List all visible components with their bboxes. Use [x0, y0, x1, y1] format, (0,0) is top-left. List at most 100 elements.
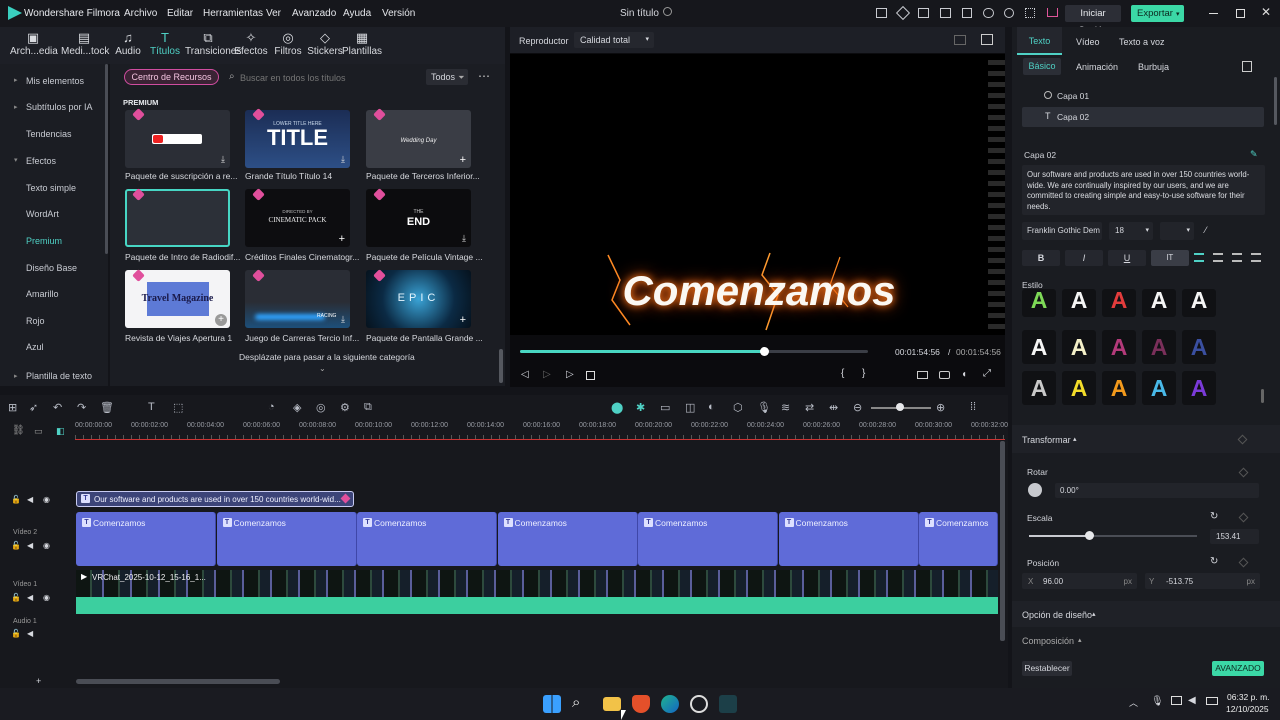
text-content-box[interactable]: Our software and products are used in ov… [1022, 165, 1265, 215]
style-swatch[interactable]: A [1182, 289, 1216, 317]
tool-media[interactable]: ▣ Arch...edia [10, 30, 58, 57]
save-icon[interactable] [962, 8, 972, 18]
title-clip[interactable]: T Comenzamos [919, 512, 998, 566]
track-eye-icon[interactable]: ◉ [43, 495, 50, 504]
bold-button[interactable]: B [1022, 250, 1060, 266]
battery-icon[interactable] [1206, 697, 1218, 705]
send-icon[interactable] [895, 5, 911, 21]
menu-ver[interactable]: Ver [266, 8, 281, 19]
title-clip[interactable]: T Comenzamos [778, 512, 919, 566]
position-y-input[interactable]: Y -513.75 px [1145, 573, 1260, 589]
nav-text-template[interactable]: Plantilla de texto [26, 371, 92, 381]
crop-icon[interactable]: ⬚ [173, 401, 183, 414]
subtitle-clip[interactable]: T Our software and products are used in … [76, 491, 354, 507]
title-clip[interactable]: T Comenzamos [357, 512, 497, 566]
subtab-bubble[interactable]: Burbuja [1138, 62, 1169, 72]
keyframe-diamond-icon[interactable] [1238, 512, 1249, 523]
sidebar-scrollbar[interactable] [105, 64, 108, 254]
cloud-icon[interactable] [983, 8, 994, 18]
mic-icon[interactable]: 🎙 [1151, 696, 1164, 707]
align-center-icon[interactable] [1213, 253, 1223, 262]
track-lock-icon[interactable]: 🔓 [11, 629, 21, 638]
rotate-input[interactable]: 0.00° [1055, 483, 1259, 498]
play-icon[interactable]: ▷ [566, 369, 574, 380]
quality-dropdown[interactable]: Calidad total ▾ [574, 32, 654, 48]
window-icon[interactable] [940, 8, 951, 18]
tab-video[interactable]: Vídeo [1076, 37, 1100, 47]
add-icon[interactable]: + [36, 676, 41, 686]
nav-premium[interactable]: Premium [26, 236, 62, 246]
ai-tool-icon[interactable]: ⚙ [340, 401, 350, 414]
composition-header[interactable]: Composición ▴ [1012, 629, 1280, 651]
grid-icon[interactable] [1025, 8, 1035, 18]
link-icon[interactable]: ▭ [34, 426, 43, 437]
track-lock-icon[interactable]: 🔓 [11, 495, 21, 504]
search-icon[interactable]: ⌕ [572, 694, 580, 711]
group-icon[interactable]: ⧉ [364, 401, 372, 414]
position-x-input[interactable]: X 96.00 px [1022, 573, 1137, 589]
tab-texto[interactable]: Texto [1017, 27, 1062, 55]
volume-icon[interactable]: ◖ [961, 369, 967, 380]
nav-basic-design[interactable]: Diseño Base [26, 263, 77, 273]
export-button[interactable]: Exportar ▾ [1131, 5, 1184, 22]
align-right-icon[interactable] [1232, 253, 1242, 262]
nav-simple-text[interactable]: Texto simple [26, 183, 76, 193]
style-swatch[interactable]: A [1182, 330, 1216, 364]
design-option-header[interactable]: Opción de diseño ▴ [1012, 601, 1280, 627]
gift-icon[interactable] [876, 8, 887, 18]
edge-browser-icon[interactable] [661, 695, 679, 713]
resource-center-button[interactable]: Centro de Recursos [124, 69, 219, 85]
download-icon[interactable]: ⤓ [221, 154, 225, 165]
shield-icon[interactable]: ⬡ [733, 401, 743, 414]
title-clip[interactable]: T Comenzamos [638, 512, 778, 566]
search-input[interactable] [240, 70, 410, 85]
title-thumb-subscription[interactable]: ⤓ [125, 110, 230, 168]
nav-red[interactable]: Rojo [26, 316, 45, 326]
italic-button[interactable]: I [1065, 250, 1103, 266]
color-icon[interactable]: ◈ [293, 401, 301, 414]
panel-scrollbar[interactable] [1274, 77, 1277, 125]
playback-progress-track[interactable] [520, 350, 868, 353]
close-icon[interactable]: ✕ [1261, 5, 1271, 19]
menu-avanzado[interactable]: Avanzado [292, 8, 336, 19]
style-swatch[interactable]: A [1142, 330, 1176, 364]
menu-herramientas[interactable]: Herramientas [203, 8, 263, 19]
subtab-basic[interactable]: Básico [1023, 58, 1061, 75]
track-mute-icon[interactable]: ◀ [27, 495, 33, 504]
audio-mix-icon[interactable]: ≋ [781, 401, 790, 414]
file-explorer-icon[interactable] [603, 697, 621, 711]
underline-button[interactable]: U [1108, 250, 1146, 266]
menu-ayuda[interactable]: Ayuda [343, 8, 371, 19]
network-icon[interactable] [1171, 696, 1182, 705]
add-icon[interactable]: + [460, 154, 466, 166]
menu-editar[interactable]: Editar [167, 8, 193, 19]
snap-icon[interactable]: ✱ [636, 401, 645, 414]
signin-button[interactable]: Iniciar Sesión [1065, 5, 1121, 36]
scale-slider-handle[interactable] [1085, 531, 1095, 540]
tool-titles[interactable]: T Títulos [142, 30, 188, 57]
playhead-handle[interactable] [759, 347, 769, 356]
panels-icon[interactable]: ⊞ [8, 401, 17, 414]
save-preset-icon[interactable] [1242, 61, 1252, 72]
add-icon[interactable]: + [460, 314, 466, 326]
advanced-button[interactable]: AVANZADO [1212, 661, 1264, 676]
nav-blue[interactable]: Azul [26, 342, 44, 352]
track-mute-icon[interactable]: ◀ [27, 593, 33, 602]
zoom-slider-handle[interactable] [896, 403, 904, 411]
render-icon[interactable]: ⬤ [611, 401, 623, 414]
add-icon[interactable]: + [215, 314, 227, 326]
auto-ripple-icon[interactable]: ◐ [708, 401, 715, 413]
style-swatch[interactable]: A [1062, 371, 1096, 405]
maximize-icon[interactable] [1236, 9, 1245, 18]
style-swatch[interactable]: A [1182, 371, 1216, 405]
style-swatch[interactable]: A [1102, 371, 1136, 405]
style-swatch[interactable]: A [1102, 330, 1136, 364]
filter-dropdown[interactable]: Todos ⏷ [426, 69, 468, 85]
style-swatch[interactable]: A [1142, 371, 1176, 405]
keyframe-diamond-icon[interactable] [1237, 434, 1248, 445]
nav-my-elements[interactable]: Mis elementos [26, 76, 84, 86]
style-swatch[interactable]: A [1062, 289, 1096, 317]
split-icon[interactable]: ⇹ [829, 401, 838, 414]
spacing-dropdown[interactable]: ▾ [1160, 222, 1194, 240]
undo-icon[interactable]: ↶ [53, 401, 62, 414]
